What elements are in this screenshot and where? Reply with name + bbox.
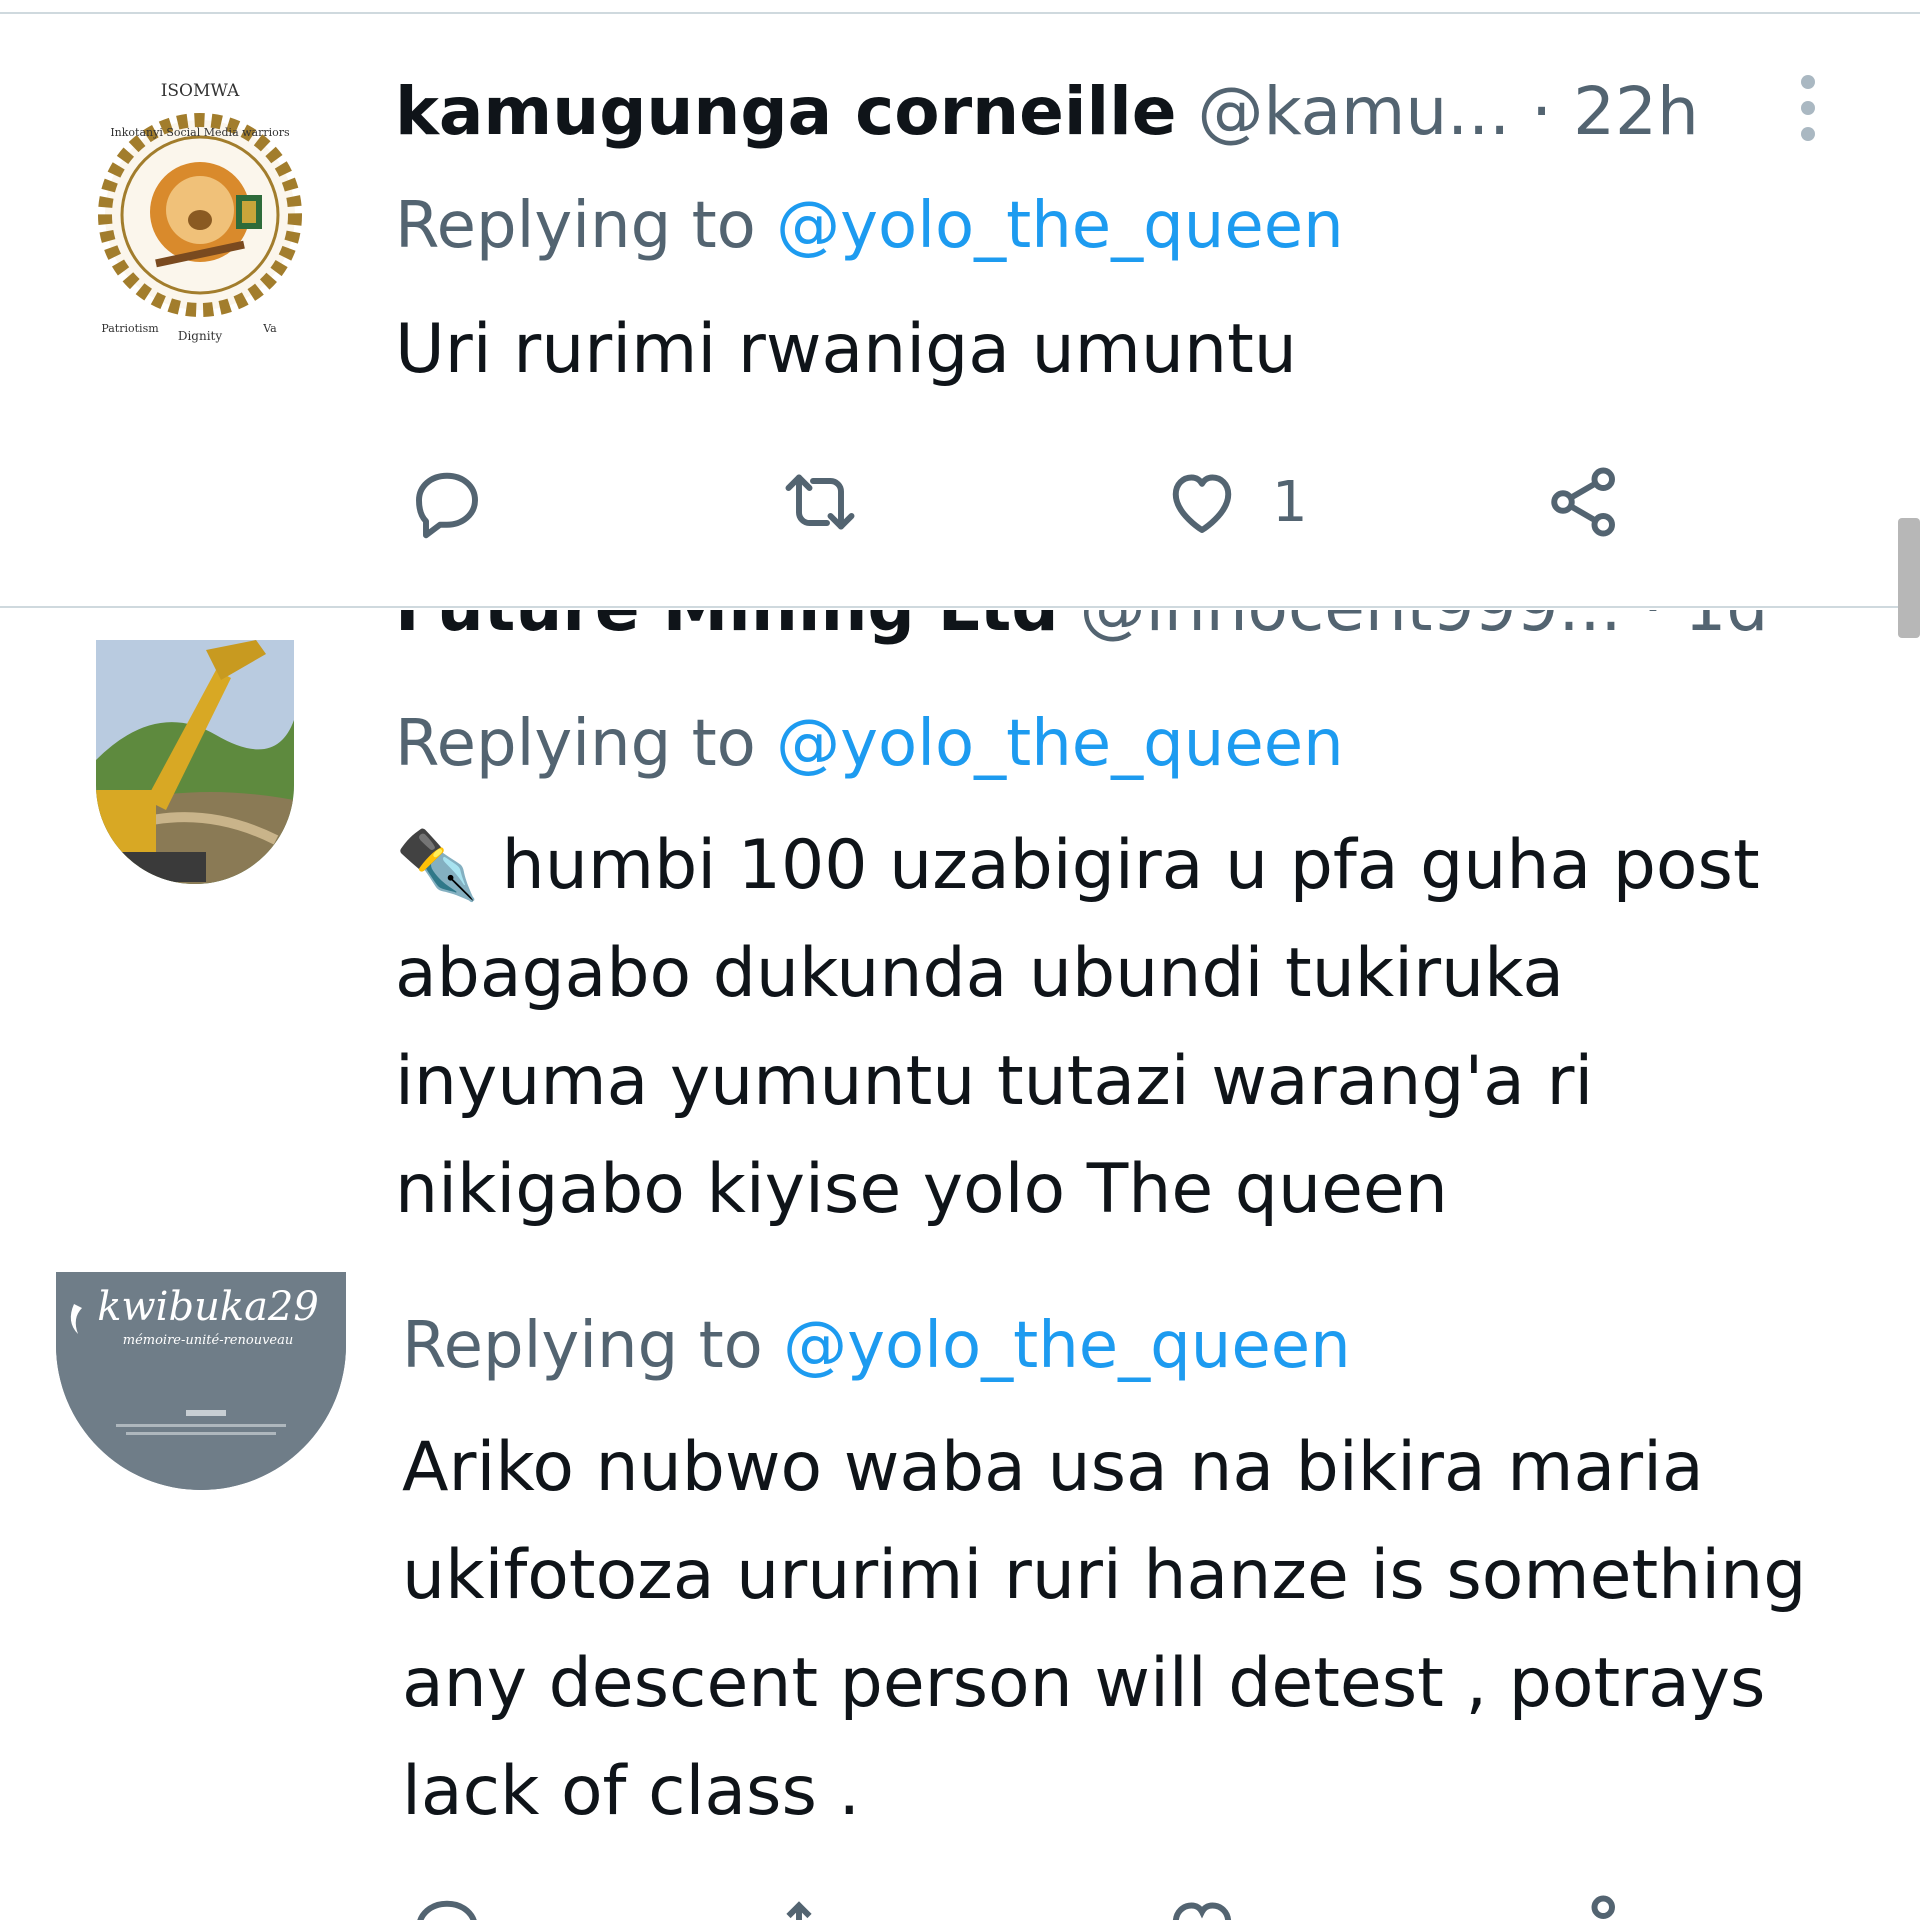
tweet-header: Future Mining Ltd @innocent999... · 1d bbox=[395, 610, 1768, 652]
replying-to: Replying to @yolo_the_queen bbox=[395, 700, 1344, 788]
tweet-text: ✒️ humbi 100 uzabigira u pfa guha post ab… bbox=[395, 812, 1760, 1244]
replying-handle-link[interactable]: @yolo_the_queen bbox=[776, 707, 1344, 781]
avatar-future-mining[interactable] bbox=[96, 640, 294, 884]
share-icon[interactable] bbox=[1542, 1888, 1626, 1920]
tweet-text: Ariko nubwo waba usa na bikira maria uki… bbox=[402, 1414, 1806, 1846]
crest-bottom-left-label: Patriotism bbox=[101, 322, 159, 335]
share-icon bbox=[1551, 467, 1615, 537]
crest-ring-label: Inkotanyi Social Media warriors bbox=[110, 126, 290, 139]
excavator-photo-icon bbox=[96, 640, 294, 884]
isomwa-crest-icon: ISOMWA Patriotism Dignity Va Inkotanyi S… bbox=[60, 70, 340, 350]
author-name[interactable]: kamugunga corneille bbox=[395, 73, 1177, 150]
retweet-icon[interactable] bbox=[778, 1888, 862, 1920]
like-button[interactable]: 1 bbox=[1160, 460, 1308, 544]
tweet-actions-clip bbox=[0, 1888, 1920, 1920]
more-options-icon[interactable] bbox=[1796, 72, 1820, 148]
kwibuka-logo-icon: kwibuka29 mémoire-unité-renouveau bbox=[56, 1272, 346, 1490]
author-handle[interactable]: @kamu... bbox=[1198, 73, 1511, 150]
replying-prefix: Replying to bbox=[395, 707, 756, 781]
tweet-text-line: ukifotoza ururimi ruri hanze is somethin… bbox=[402, 1536, 1807, 1615]
share-button[interactable] bbox=[1542, 460, 1626, 544]
tweet-text-line: inyuma yumuntu tutazi warang'a ri bbox=[395, 1042, 1594, 1121]
tweet-text-line: abagabo dukunda ubundi tukiruka bbox=[395, 934, 1564, 1013]
replying-prefix: Replying to bbox=[395, 189, 756, 263]
replying-handle-link[interactable]: @yolo_the_queen bbox=[776, 189, 1344, 263]
retweet-button[interactable] bbox=[778, 460, 862, 544]
heart-icon bbox=[1172, 474, 1232, 533]
tweet-text-line: lack of class . bbox=[402, 1752, 861, 1831]
tweet-header: kamugunga corneille @kamu... · 22h bbox=[395, 68, 1699, 156]
reply-icon[interactable] bbox=[405, 1888, 489, 1920]
heart-icon[interactable] bbox=[1160, 1888, 1244, 1920]
tweet-text-line: Ariko nubwo waba usa na bikira maria bbox=[402, 1428, 1704, 1507]
scrollbar-thumb[interactable] bbox=[1898, 518, 1920, 638]
avatar-isomwa[interactable]: ISOMWA Patriotism Dignity Va Inkotanyi S… bbox=[60, 70, 340, 350]
replying-prefix: Replying to bbox=[402, 1309, 763, 1383]
fountain-pen-emoji: ✒️ bbox=[395, 826, 480, 905]
avatar-kwibuka29[interactable]: kwibuka29 mémoire-unité-renouveau bbox=[56, 1272, 346, 1490]
crest-top-label: ISOMWA bbox=[161, 81, 240, 101]
tweet-time[interactable]: · 1d bbox=[1642, 610, 1768, 646]
replying-handle-link[interactable]: @yolo_the_queen bbox=[783, 1309, 1351, 1383]
crest-bottom-mid-label: Dignity bbox=[178, 329, 223, 343]
like-count: 1 bbox=[1272, 469, 1308, 535]
author-handle[interactable]: @innocent999... bbox=[1080, 610, 1622, 646]
kwibuka-subtitle: mémoire-unité-renouveau bbox=[123, 1333, 294, 1348]
tweet-text-line: Uri rurimi rwaniga umuntu bbox=[395, 310, 1297, 389]
author-name[interactable]: Future Mining Ltd bbox=[395, 610, 1059, 646]
tweet-divider bbox=[0, 606, 1920, 608]
retweet-icon bbox=[785, 474, 855, 530]
tweet-header-clip: Future Mining Ltd @innocent999... · 1d bbox=[395, 610, 1815, 660]
tweet-text-line: any descent person will detest , potrays bbox=[402, 1644, 1766, 1723]
kwibuka-title: kwibuka29 bbox=[97, 1284, 319, 1330]
top-divider bbox=[0, 12, 1920, 14]
replying-to: Replying to @yolo_the_queen bbox=[395, 182, 1344, 270]
crest-bottom-right-label: Va bbox=[262, 322, 277, 335]
tweet-text-line: nikigabo kiyise yolo The queen bbox=[395, 1150, 1448, 1229]
replying-to: Replying to @yolo_the_queen bbox=[402, 1302, 1351, 1390]
tweet-text: Uri rurimi rwaniga umuntu bbox=[395, 296, 1297, 404]
tweet-time[interactable]: · 22h bbox=[1531, 73, 1699, 150]
reply-button[interactable] bbox=[405, 460, 489, 544]
reply-icon bbox=[416, 472, 478, 539]
tweet-text-line: humbi 100 uzabigira u pfa guha post bbox=[501, 826, 1760, 905]
